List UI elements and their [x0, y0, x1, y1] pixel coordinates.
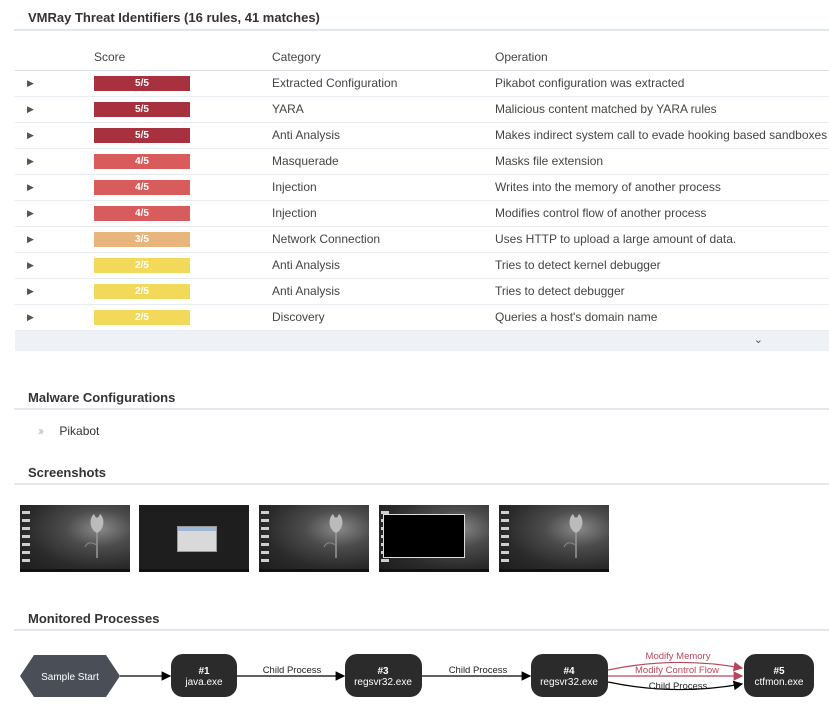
screenshot-thumbnail[interactable]: [379, 505, 489, 572]
category-cell: Masquerade: [272, 154, 339, 168]
score-badge: 2/5: [94, 284, 190, 299]
caret-right-icon[interactable]: ▶: [27, 175, 34, 200]
edge-label: Modify Memory: [646, 651, 711, 662]
operation-header[interactable]: Operation: [495, 44, 548, 70]
table-row[interactable]: ▶ 4/5 Injection Modifies control flow of an…: [15, 201, 829, 227]
process-id: #5: [773, 666, 785, 677]
operation-cell: Queries a host's domain name: [495, 310, 658, 324]
edge-label: Modify Control Flow: [635, 665, 719, 676]
score-badge: 5/5: [94, 76, 190, 91]
operation-cell: Modifies control flow of another process: [495, 206, 707, 220]
table-row[interactable]: ▶ 2/5 Discovery Queries a host's domain nam…: [15, 305, 829, 331]
operation-cell: Pikabot configuration was extracted: [495, 76, 685, 90]
operation-cell: Tries to detect debugger: [495, 284, 625, 298]
score-badge: 2/5: [94, 310, 190, 325]
table-row[interactable]: ▶ 5/5 YARA Malicious content matched by YAR…: [15, 97, 829, 123]
category-cell: Discovery: [272, 310, 325, 324]
chevron-down-icon[interactable]: ⌄: [754, 333, 763, 346]
caret-right-icon[interactable]: ▶: [27, 227, 34, 252]
table-header: Score Category Operation: [15, 44, 829, 71]
edge-label: Child Process: [263, 665, 322, 676]
screenshots-title: Screenshots: [14, 464, 829, 485]
table-row[interactable]: ▶ 2/5 Anti Analysis Tries to detect debugge…: [15, 279, 829, 305]
caret-right-icon[interactable]: ▶: [27, 279, 34, 304]
category-cell: Network Connection: [272, 232, 381, 246]
screenshot-thumbnail[interactable]: [139, 505, 249, 572]
process-id: #4: [563, 666, 575, 677]
table-row[interactable]: ▶ 4/5 Injection Writes into the memory of a…: [15, 175, 829, 201]
screenshot-thumbnail[interactable]: [499, 505, 609, 572]
category-cell: Anti Analysis: [272, 258, 341, 272]
category-cell: Injection: [272, 206, 317, 220]
caret-right-icon[interactable]: ▶: [27, 253, 34, 278]
process-id: #1: [198, 666, 210, 677]
table-row[interactable]: ▶ 2/5 Anti Analysis Tries to detect kernel …: [15, 253, 829, 279]
config-item-pikabot[interactable]: ›› Pikabot: [38, 424, 99, 438]
operation-cell: Masks file extension: [495, 154, 604, 168]
caret-right-icon[interactable]: ▶: [27, 97, 34, 122]
edge-label: Child Process: [449, 665, 508, 676]
score-badge: 4/5: [94, 154, 190, 169]
config-item-label: Pikabot: [59, 424, 100, 438]
score-badge: 5/5: [94, 128, 190, 143]
score-badge: 2/5: [94, 258, 190, 273]
score-header[interactable]: Score: [94, 44, 125, 70]
table-row[interactable]: ▶ 5/5 Extracted Configuration Pikabot confi…: [15, 71, 829, 97]
category-cell: Anti Analysis: [272, 284, 341, 298]
caret-right-icon[interactable]: ▶: [27, 123, 34, 148]
operation-cell: Malicious content matched by YARA rules: [495, 102, 717, 116]
score-badge: 4/5: [94, 180, 190, 195]
category-header[interactable]: Category: [272, 44, 321, 70]
operation-cell: Uses HTTP to upload a large amount of da…: [495, 232, 737, 246]
table-footer: ⌄: [15, 331, 829, 351]
operation-cell: Writes into the memory of another proces…: [495, 180, 721, 194]
score-badge: 3/5: [94, 232, 190, 247]
threat-identifiers-table: Score Category Operation ▶ 5/5 Extracted C…: [15, 44, 829, 351]
screenshot-thumbnail[interactable]: [20, 505, 130, 572]
sample-start-label: Sample Start: [41, 672, 99, 683]
category-cell: Anti Analysis: [272, 128, 341, 142]
process-name: ctfmon.exe: [755, 677, 804, 688]
table-row[interactable]: ▶ 3/5 Network Connection Uses HTTP to uploa…: [15, 227, 829, 253]
process-name: regsvr32.exe: [354, 677, 412, 688]
monitored-processes-title: Monitored Processes: [14, 610, 829, 631]
caret-right-icon[interactable]: ▶: [27, 149, 34, 174]
category-cell: Injection: [272, 180, 317, 194]
operation-cell: Tries to detect kernel debugger: [495, 258, 661, 272]
caret-right-icon[interactable]: ▶: [27, 201, 34, 226]
caret-right-icon[interactable]: ▶: [27, 71, 34, 96]
process-name: java.exe: [184, 677, 223, 688]
table-row[interactable]: ▶ 5/5 Anti Analysis Makes indirect system c…: [15, 123, 829, 149]
malware-configurations-title: Malware Configurations: [14, 389, 829, 410]
threat-identifiers-title: VMRay Threat Identifiers (16 rules, 41 m…: [14, 8, 829, 31]
score-badge: 4/5: [94, 206, 190, 221]
threat-rows: ▶ 5/5 Extracted Configuration Pikabot confi…: [15, 71, 829, 331]
screenshot-thumbnail[interactable]: [259, 505, 369, 572]
process-id: #3: [377, 666, 389, 677]
caret-right-icon[interactable]: ▶: [27, 305, 34, 330]
table-row[interactable]: ▶ 4/5 Masquerade Masks file extension: [15, 149, 829, 175]
score-badge: 5/5: [94, 102, 190, 117]
category-cell: Extracted Configuration: [272, 76, 398, 90]
process-graph: Sample Start #1 java.exe Child Process #…: [20, 651, 814, 697]
operation-cell: Makes indirect system call to evade hook…: [495, 128, 828, 142]
category-cell: YARA: [272, 102, 304, 116]
double-chevron-right-icon: ››: [38, 424, 44, 438]
edge-label: Child Process: [649, 681, 708, 692]
process-name: regsvr32.exe: [540, 677, 598, 688]
